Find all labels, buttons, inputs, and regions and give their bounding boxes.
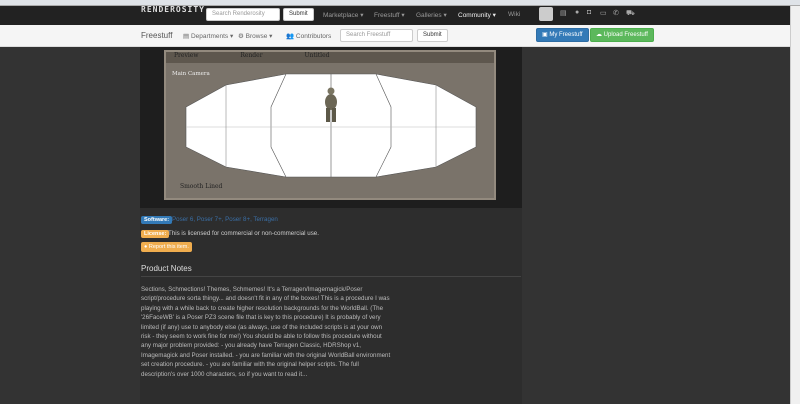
divider: [141, 276, 521, 277]
product-notes-text: Sections, Schmections! Themes, Schmemes!…: [141, 286, 391, 378]
contributors-label: Contributors: [295, 33, 332, 40]
inbox-icon[interactable]: ◘: [587, 9, 591, 16]
product-image[interactable]: Preview Render Untitled Main Camera Smoo…: [164, 50, 496, 200]
browse-label: Browse ▾: [245, 33, 273, 40]
departments-label: Departments ▾: [190, 33, 234, 40]
my-freestuff-button[interactable]: ▣ My Freestuff: [536, 28, 589, 42]
nav-freestuff[interactable]: Freestuff ▾: [374, 11, 405, 19]
messages-icon[interactable]: ▤: [560, 9, 567, 17]
departments-menu[interactable]: ▤ Departments ▾: [183, 32, 233, 40]
scrollbar[interactable]: [790, 6, 800, 404]
my-freestuff-label: My Freestuff: [549, 32, 583, 38]
logo[interactable]: RENDEROSITY: [141, 5, 205, 14]
cart-icon[interactable]: ⛟: [626, 9, 635, 18]
megaphone-icon[interactable]: ✆: [613, 9, 619, 17]
product-notes-heading: Product Notes: [141, 264, 192, 273]
report-label: Report this item.: [148, 244, 189, 250]
site-search-input[interactable]: Search Renderosity: [206, 8, 280, 21]
card-icon[interactable]: ▭: [600, 9, 607, 17]
section-title[interactable]: Freestuff: [141, 31, 172, 40]
contributors-link[interactable]: 👥 Contributors: [286, 32, 331, 40]
upload-label: Upload Freestuff: [603, 32, 648, 38]
license-text: This is licensed for commercial or non-c…: [168, 230, 319, 237]
display-style-label: Smooth Lined: [180, 183, 223, 190]
license-badge: License:: [141, 230, 170, 238]
software-links[interactable]: Poser 6, Poser 7+, Poser 8+, Terragen: [172, 216, 278, 223]
figure-body: [325, 94, 337, 110]
nav-community[interactable]: Community ▾: [458, 11, 496, 19]
freestuff-search-input[interactable]: Search Freestuff: [340, 29, 413, 42]
browse-menu[interactable]: ⚙ Browse ▾: [238, 32, 272, 40]
report-button[interactable]: ● Report this item.: [141, 242, 192, 252]
site-search-submit[interactable]: Submit: [283, 8, 314, 21]
wireframe-room: [185, 73, 477, 178]
upload-freestuff-button[interactable]: ☁ Upload Freestuff: [590, 28, 654, 42]
nav-wiki[interactable]: Wiki: [508, 11, 520, 18]
bell-icon[interactable]: ●: [575, 9, 579, 16]
avatar[interactable]: [539, 7, 553, 21]
nav-galleries[interactable]: Galleries ▾: [416, 11, 447, 19]
nav-marketplace[interactable]: Marketplace ▾: [323, 11, 363, 19]
freestuff-search-submit[interactable]: Submit: [417, 29, 448, 42]
software-badge: Software:: [141, 216, 173, 224]
